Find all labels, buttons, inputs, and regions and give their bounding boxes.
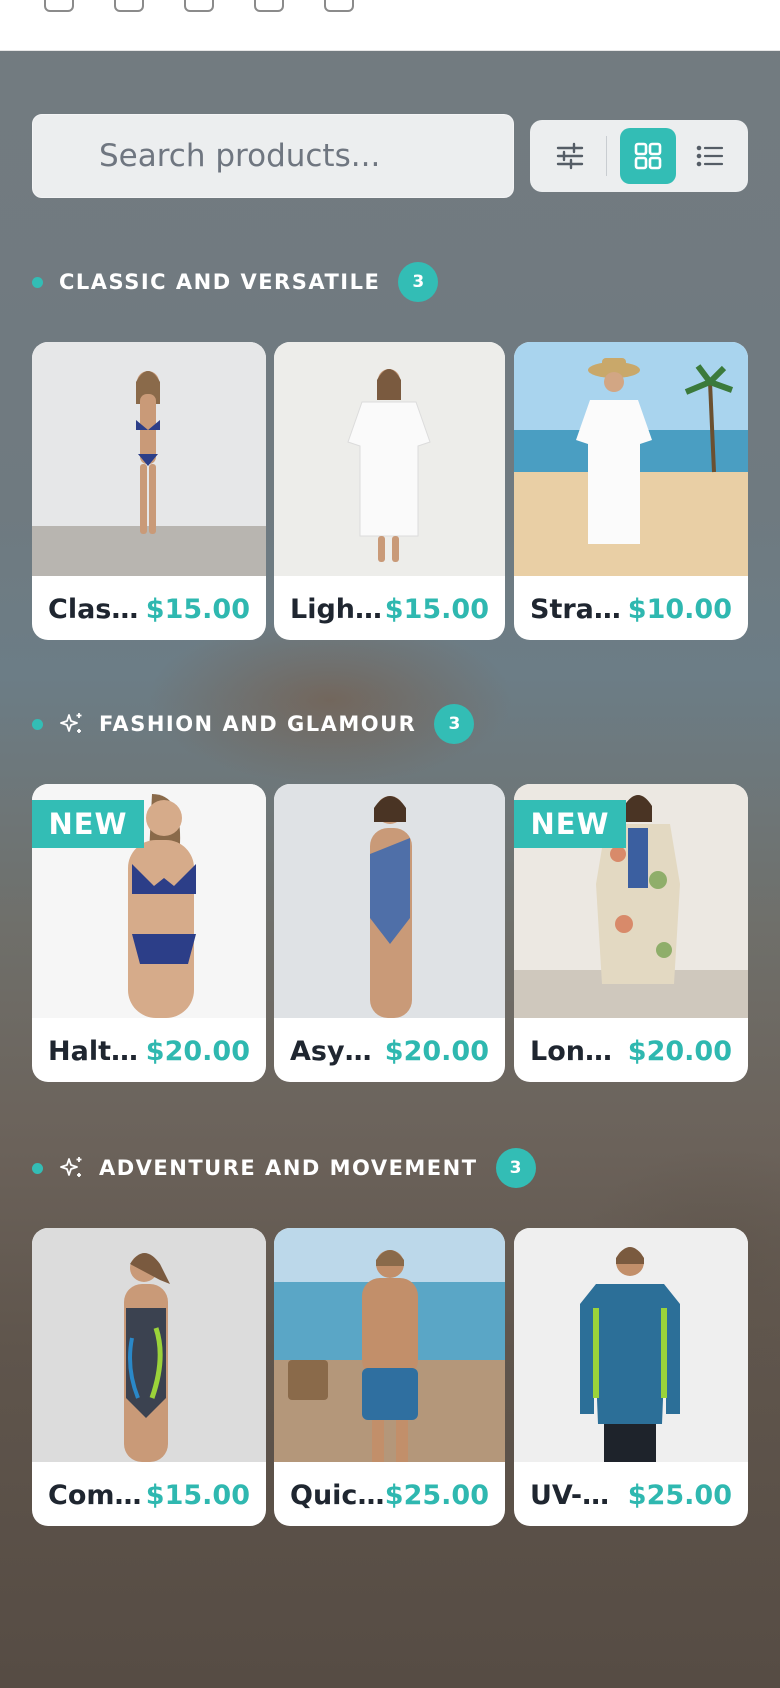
product-card[interactable]: Competition Swimsuit $15.00: [32, 1228, 266, 1526]
top-bar: [0, 0, 780, 51]
sparkle-icon: [59, 1155, 85, 1181]
product-image: [274, 1228, 505, 1462]
section-count-badge: 3: [495, 1148, 536, 1188]
product-name: Lightweight Cover-Up: [290, 594, 388, 625]
product-price: $20.00: [627, 1036, 732, 1067]
product-name: UV-Protection Rash Guard: [530, 1480, 628, 1511]
filter-button[interactable]: [542, 128, 598, 184]
toggle-divider: [606, 136, 607, 176]
top-icons: [44, 0, 354, 12]
product-name: Quick-Dry Swim Shorts: [290, 1480, 388, 1511]
product-card[interactable]: Classic Bikini $15.00: [32, 342, 266, 640]
section-header-fashion: FASHION AND GLAMOUR 3: [32, 704, 475, 744]
section-title: ADVENTURE AND MOVEMENT: [99, 1156, 478, 1180]
search-box: [32, 114, 514, 198]
section-count-badge: 3: [398, 262, 439, 302]
product-card[interactable]: Lightweight Cover-Up $15.00: [274, 342, 505, 640]
product-card[interactable]: Asymmetric One-Piece $20.00: [274, 784, 505, 1082]
product-name: Straw Hat Beach Dress: [530, 594, 628, 625]
new-badge: NEW: [32, 800, 144, 848]
product-price: $25.00: [627, 1480, 732, 1511]
product-card[interactable]: Quick-Dry Swim Shorts $25.00: [274, 1228, 505, 1526]
product-price: $20.00: [384, 1036, 489, 1067]
product-image: [274, 784, 505, 1018]
list-icon: [696, 145, 724, 167]
sliders-icon: [556, 142, 584, 170]
new-badge: NEW: [514, 800, 626, 848]
product-card[interactable]: UV-Protection Rash Guard $25.00: [514, 1228, 748, 1526]
product-card[interactable]: Straw Hat Beach Dress $10.00: [514, 342, 748, 640]
product-price: $25.00: [384, 1480, 489, 1511]
product-price: $10.00: [627, 594, 732, 625]
section-header-classic: CLASSIC AND VERSATILE 3: [32, 262, 439, 302]
product-price: $15.00: [145, 1480, 250, 1511]
product-name: Long Kimono: [530, 1036, 628, 1067]
view-toggle: [530, 120, 748, 192]
social-icon[interactable]: [114, 0, 144, 12]
chat-icon[interactable]: [254, 0, 284, 12]
section-count-badge: 3: [434, 704, 475, 744]
menu-icon[interactable]: [44, 0, 74, 12]
product-name: Halter Bikini: [48, 1036, 146, 1067]
product-price: $20.00: [145, 1036, 250, 1067]
product-image: [32, 342, 266, 576]
section-dot: [32, 718, 43, 730]
section-dot: [32, 276, 43, 288]
grid-view-button[interactable]: [620, 128, 676, 184]
search-input[interactable]: [33, 115, 513, 197]
product-name: Classic Bikini: [48, 594, 146, 625]
product-image: [274, 342, 505, 576]
product-image: [514, 342, 748, 576]
section-title: FASHION AND GLAMOUR: [99, 712, 417, 736]
product-image: [32, 1228, 266, 1462]
sparkle-icon: [59, 711, 85, 737]
instagram-icon[interactable]: [184, 0, 214, 12]
grid-icon: [634, 142, 662, 170]
list-view-button[interactable]: [682, 128, 738, 184]
product-image: [514, 1228, 748, 1462]
section-dot: [32, 1162, 43, 1174]
product-card[interactable]: NEW Long Kimono $20.00: [514, 784, 748, 1082]
product-name: Asymmetric One-Piece: [290, 1036, 388, 1067]
globe-icon[interactable]: [324, 0, 354, 12]
section-title: CLASSIC AND VERSATILE: [59, 270, 381, 294]
product-card[interactable]: NEW Halter Bikini $20.00: [32, 784, 266, 1082]
product-price: $15.00: [384, 594, 489, 625]
section-header-adventure: ADVENTURE AND MOVEMENT 3: [32, 1148, 536, 1188]
product-price: $15.00: [145, 594, 250, 625]
product-name: Competition Swimsuit: [48, 1480, 146, 1511]
